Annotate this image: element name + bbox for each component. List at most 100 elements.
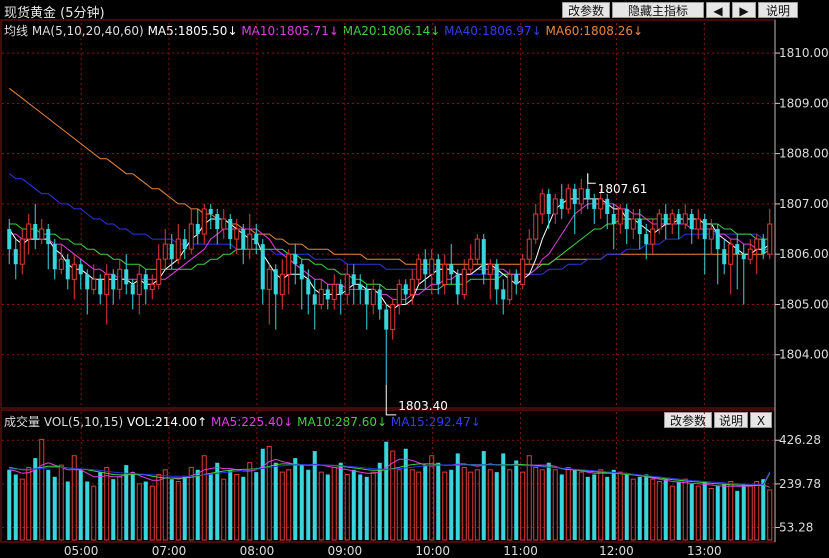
candle-body <box>228 218 233 240</box>
volume-bar <box>708 488 714 541</box>
volume-bar <box>182 476 187 540</box>
volume-bar <box>449 469 454 540</box>
candle-body <box>85 274 90 290</box>
candle-body <box>449 264 454 275</box>
candle-body <box>663 213 668 225</box>
candle <box>7 218 12 265</box>
candle-body <box>728 243 734 265</box>
volume-bar <box>338 462 343 540</box>
candle-body <box>279 273 285 295</box>
volume-ma-lines <box>9 458 771 488</box>
candle <box>624 203 629 245</box>
candle-body <box>403 284 408 295</box>
volume-bar <box>241 476 246 540</box>
candle-body <box>559 198 564 209</box>
candle-body <box>644 234 649 245</box>
volume-bar <box>416 471 422 541</box>
candle <box>735 234 740 290</box>
volume-bar <box>442 471 448 541</box>
volume-bar <box>423 465 428 540</box>
volume-bar <box>162 469 168 541</box>
candle <box>149 274 155 300</box>
volume-bar <box>117 476 123 541</box>
x-tick-label: 11:00 <box>503 544 538 558</box>
candle-body <box>325 289 330 300</box>
candle-body <box>143 274 148 290</box>
candle <box>442 254 448 295</box>
volume-bar <box>474 469 480 541</box>
volume-bar <box>136 483 142 541</box>
volume-bar <box>611 469 616 540</box>
volume-bar <box>552 469 558 541</box>
candle-body <box>617 208 623 225</box>
x-tick-label: 13:00 <box>687 544 722 558</box>
candle-body <box>494 264 499 290</box>
volume-bar <box>85 481 90 540</box>
volume-bar <box>143 481 148 540</box>
candle-body <box>533 213 539 240</box>
volume-bar <box>669 485 675 541</box>
candle <box>767 208 773 260</box>
volume-bar <box>546 462 551 540</box>
price-tick-label: 1810.00 <box>779 46 829 60</box>
x-tick-label: 05:00 <box>64 544 99 558</box>
candle-body <box>501 289 506 300</box>
volume-bar <box>208 474 213 540</box>
candle-body <box>13 249 18 265</box>
candle-body <box>124 269 129 285</box>
candle-body <box>708 228 714 240</box>
candle <box>260 239 265 305</box>
volume-bar <box>370 471 376 541</box>
candle <box>676 208 681 240</box>
volume-bar <box>592 474 597 540</box>
candle <box>539 188 545 225</box>
volume-bar <box>396 469 402 541</box>
candle-body <box>306 279 311 295</box>
candle-body <box>637 218 642 235</box>
candle <box>520 254 526 290</box>
volume-bar <box>228 469 233 540</box>
volume-tick-label: 426.28 <box>779 433 821 447</box>
candle-body <box>33 224 38 240</box>
candle <box>39 218 45 245</box>
candle <box>195 208 200 245</box>
candle <box>247 213 253 260</box>
candle-body <box>208 208 213 214</box>
candle <box>481 234 486 285</box>
candle-body <box>318 288 324 305</box>
volume-bar <box>26 466 32 541</box>
volume-bar <box>195 469 200 540</box>
candle-body <box>149 283 155 290</box>
volume-bar <box>65 481 70 540</box>
volume-bar <box>318 471 324 541</box>
volume-bar <box>19 478 25 541</box>
candle-body <box>273 269 278 295</box>
volume-bar <box>539 469 545 541</box>
vol-ma10-line <box>9 463 771 487</box>
volume-bar <box>358 474 363 540</box>
ma10-line <box>9 203 770 300</box>
candle-body <box>65 259 70 280</box>
candle <box>722 239 727 275</box>
candle-body <box>468 258 474 270</box>
candle-body <box>338 284 343 295</box>
x-tick-label: 12:00 <box>599 544 634 558</box>
volume-bar <box>286 469 292 541</box>
volume-bar <box>351 469 356 540</box>
candle-body <box>104 273 110 295</box>
volume-bar <box>52 476 57 540</box>
candle <box>175 224 181 265</box>
annotation-label: 1807.61 <box>598 182 648 196</box>
volume-bar <box>585 476 590 540</box>
volume-bar <box>78 469 83 540</box>
volume-bar <box>299 465 304 540</box>
candle <box>377 284 382 320</box>
volume-bar <box>494 472 499 540</box>
candle-body <box>201 208 207 235</box>
candle <box>409 269 415 305</box>
candle-body <box>188 223 194 250</box>
candle-body <box>52 244 57 270</box>
candle <box>293 244 298 285</box>
volume-bar <box>722 483 727 540</box>
candle <box>215 208 220 245</box>
